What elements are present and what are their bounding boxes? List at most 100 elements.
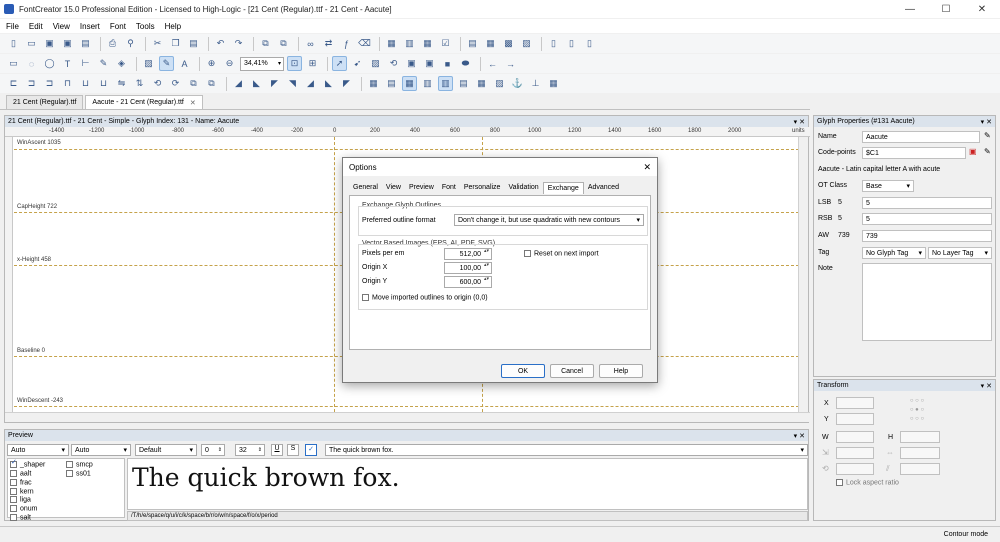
export-page-icon[interactable]: ▯ [582, 36, 597, 51]
feature-item-kern[interactable]: kern [10, 487, 45, 497]
prev-glyph-icon[interactable]: ← [485, 56, 500, 71]
anchor-grid[interactable]: ○ ○ ○ ○ ● ○ ○ ○ ○ [902, 397, 932, 427]
table-icon[interactable]: ▤ [384, 76, 399, 91]
cancel-button[interactable]: Cancel [550, 364, 594, 378]
combine-icon[interactable]: ▣ [422, 56, 437, 71]
paste-icon[interactable]: ▤ [186, 36, 201, 51]
feature-item-ss01[interactable]: ss01 [66, 469, 93, 479]
otclass-select[interactable]: Base ▾ [862, 180, 914, 192]
fit-icon[interactable]: ⊡ [287, 56, 302, 71]
validate-icon[interactable]: ☑ [438, 36, 453, 51]
columns-icon[interactable]: ▥ [420, 76, 435, 91]
minimize-icon[interactable]: — [892, 0, 928, 18]
feature-checkbox[interactable] [10, 478, 17, 486]
direction-select[interactable]: Default ▾ [135, 444, 197, 456]
underline-icon[interactable]: U [271, 444, 283, 456]
overlay-icon[interactable]: ▦ [546, 76, 561, 91]
formula-icon[interactable]: ƒ [339, 36, 354, 51]
feature-checkbox[interactable] [10, 505, 17, 513]
node-icon[interactable]: ➹ [350, 56, 365, 71]
slant-icon-2[interactable]: ◣ [249, 76, 264, 91]
slant-icon-6[interactable]: ◣ [321, 76, 336, 91]
feature-checkbox[interactable] [66, 469, 73, 477]
lock-aspect-checkbox[interactable]: Lock aspect ratio [836, 479, 899, 486]
duplicate-icon[interactable]: ⧉ [186, 76, 201, 91]
grid-on-icon[interactable]: ▦ [402, 76, 417, 91]
ok-button[interactable]: OK [501, 364, 545, 378]
new-icon[interactable]: ▯ [6, 36, 21, 51]
feature-item-smcp[interactable]: smcp [66, 461, 93, 470]
feature-item-shaper[interactable]: _shaper [10, 459, 45, 470]
feature-item-liga[interactable]: liga [10, 496, 45, 505]
copy-glyph-icon[interactable]: ⧉ [258, 36, 273, 51]
overlap-icon[interactable]: ▣ [404, 56, 419, 71]
properties-icon[interactable]: ▦ [384, 36, 399, 51]
lock-aspect-box[interactable] [836, 479, 843, 486]
eraser-icon[interactable]: ⌫ [357, 36, 372, 51]
rotate-icon[interactable]: ⟲ [386, 56, 401, 71]
save-icon[interactable]: ▣ [42, 36, 57, 51]
show-text-checkbox[interactable]: ✓ [305, 444, 317, 456]
feature-checkbox[interactable] [10, 487, 17, 495]
note-field[interactable] [862, 263, 992, 341]
tab-preview[interactable]: Preview [405, 182, 438, 194]
feature-checkbox[interactable] [10, 496, 17, 504]
circle-icon[interactable]: ◯ [42, 56, 57, 71]
layer-tag-select[interactable]: No Layer Tag ▾ [928, 247, 992, 259]
help-button[interactable]: Help [599, 364, 643, 378]
next-glyph-icon[interactable]: → [503, 56, 518, 71]
panel-controls[interactable]: ▾ ✕ [794, 432, 805, 440]
find-icon[interactable]: ⚲ [123, 36, 138, 51]
vertical-scrollbar[interactable] [798, 137, 808, 412]
map-icon[interactable]: ▨ [519, 36, 534, 51]
zoom-window-icon[interactable]: ⊞ [305, 56, 320, 71]
align-left-icon[interactable]: ⊏ [6, 76, 21, 91]
name-field[interactable]: Aacute [862, 131, 980, 143]
knife-icon[interactable]: ✎ [96, 56, 111, 71]
lasso-icon[interactable]: ◌ [24, 56, 39, 71]
zoom-in-icon[interactable]: ⊕ [204, 56, 219, 71]
menu-tools[interactable]: Tools [136, 22, 155, 31]
paste-glyph-icon[interactable]: ⧉ [276, 36, 291, 51]
anchor-icon[interactable]: ⚓ [510, 76, 525, 91]
w-field[interactable] [836, 431, 874, 443]
feature-item-onum[interactable]: onum [10, 505, 45, 514]
preview-canvas[interactable]: The quick brown fox. [127, 458, 808, 510]
print-icon[interactable]: ⎙ [105, 36, 120, 51]
slant-icon-4[interactable]: ◥ [285, 76, 300, 91]
language-select[interactable]: Auto ▾ [71, 444, 131, 456]
pen-icon[interactable]: ✎ [159, 56, 174, 71]
paint-icon[interactable]: ◈ [114, 56, 129, 71]
align-bottom-icon[interactable]: ⊔ [96, 76, 111, 91]
move-outlines-checkbox[interactable]: Move imported outlines to origin (0,0) [362, 294, 488, 301]
slant-field[interactable] [900, 463, 940, 475]
maximize-icon[interactable]: ☐ [928, 0, 964, 18]
undo-icon[interactable]: ↶ [213, 36, 228, 51]
align-middle-icon[interactable]: ⊔ [78, 76, 93, 91]
picture-icon[interactable]: ▨ [368, 56, 383, 71]
slant-icon-5[interactable]: ◢ [303, 76, 318, 91]
origin-x-spinner[interactable]: 100,00 [444, 262, 492, 274]
strike-icon[interactable]: S [287, 444, 299, 456]
feature-checkbox[interactable] [10, 514, 17, 522]
scale-field[interactable] [836, 447, 874, 459]
align-right-icon[interactable]: ⊐ [42, 76, 57, 91]
script-select[interactable]: Auto ▾ [7, 444, 69, 456]
reset-checkbox-box[interactable] [524, 250, 531, 257]
text-page-icon[interactable]: ▯ [564, 36, 579, 51]
edit-codepoints-icon[interactable]: ✎ [984, 147, 991, 156]
save-all-icon[interactable]: ▤ [78, 36, 93, 51]
page-icon[interactable]: ▯ [546, 36, 561, 51]
calendar-icon[interactable]: ▦ [420, 36, 435, 51]
align-top-icon[interactable]: ⊓ [60, 76, 75, 91]
align-center-icon[interactable]: ⊐ [24, 76, 39, 91]
preview-window-icon[interactable]: ▤ [465, 36, 480, 51]
rectangle-icon[interactable]: ■ [440, 56, 455, 71]
mirror-icon[interactable]: ⧉ [204, 76, 219, 91]
reset-next-import-checkbox[interactable]: Reset on next import [524, 250, 599, 257]
cut-icon[interactable]: ✂ [150, 36, 165, 51]
feature-item-salt[interactable]: salt [10, 514, 45, 523]
lsb-field[interactable]: 5 [862, 197, 992, 209]
rect-select-icon[interactable]: ▭ [6, 56, 21, 71]
unlink-icon[interactable]: ⇄ [321, 36, 336, 51]
